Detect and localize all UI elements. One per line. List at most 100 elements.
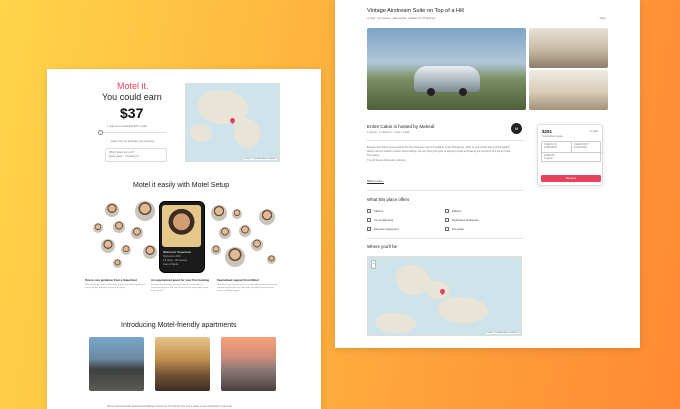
checkout-field[interactable]: CHECKOUT 10/11/2023 <box>572 142 602 153</box>
map-attribution[interactable]: Leaflet | © OpenStreetMap contributors <box>485 332 519 334</box>
booking-subtext: Total before taxes <box>542 135 563 138</box>
nights-slider-handle[interactable] <box>98 130 103 135</box>
place-type-value: Entire place · 2 bedrooms <box>109 155 139 158</box>
location-title: Where you'll be <box>367 244 398 249</box>
feature-title: Specialised support from Motel <box>217 278 259 282</box>
host-avatar <box>232 209 242 219</box>
host-avatar <box>211 205 227 221</box>
host-avatar <box>267 255 276 264</box>
guests-select[interactable]: GUESTS 1 guest <box>542 153 602 163</box>
show-more-link[interactable]: Show more › <box>367 179 384 183</box>
booking-card: $251 ★ New Total before taxes CHECK-IN 1… <box>537 124 603 186</box>
host-avatar <box>101 239 115 253</box>
host-avatar <box>225 247 245 267</box>
dumbbell-icon <box>367 227 371 231</box>
amenity-item: Kitchen <box>367 209 383 213</box>
host-avatar <box>121 245 131 255</box>
host-avatar <box>131 227 143 239</box>
amenity-item: Air conditioning <box>367 218 393 222</box>
host-landing-page: Motel it. You could earn $37 1 night at … <box>47 69 321 409</box>
description-paragraph: The 20 Series Airstream includes... <box>367 158 408 162</box>
feature-card: One-to-one guidance from a Superhost We'… <box>85 278 147 290</box>
earnings-map[interactable]: Leaflet | © OpenStreetMap contributors <box>185 83 280 162</box>
host-avatar <box>259 209 275 225</box>
listing-photo-main[interactable] <box>367 28 526 110</box>
divider <box>367 238 524 239</box>
booking-price: $251 <box>542 129 553 134</box>
map-landmass <box>234 118 260 148</box>
host-avatar <box>113 259 122 268</box>
feature-description: New Hosts get one-tap access to speciall… <box>217 284 278 293</box>
apartments-section-title: Introducing Motel-friendly apartments <box>121 322 237 329</box>
host-avatar <box>113 221 125 233</box>
host-avatar <box>105 203 119 217</box>
listing-photo-interior[interactable] <box>529 28 608 68</box>
host-avatar <box>239 225 251 237</box>
map-landmass <box>376 313 416 333</box>
save-button[interactable]: ♡ Save <box>597 17 606 20</box>
earn-note: 1 night at an estimated $37 a night <box>107 125 147 128</box>
apartment-photo[interactable] <box>89 337 144 391</box>
kitchen-icon <box>367 209 371 213</box>
map-landmass <box>396 265 430 295</box>
amenity-item: Washer <box>445 209 462 213</box>
listing-photo-interior[interactable] <box>529 70 608 110</box>
feature-title: One-to-one guidance from a Superhost <box>85 278 137 282</box>
host-avatar <box>143 245 157 259</box>
earn-amount: $37 <box>120 105 144 121</box>
listing-detail-page: Vintage Airstream Suite on Top of a Hill… <box>335 0 640 348</box>
estimate-link[interactable]: Learn how we estimate your earnings <box>111 140 154 143</box>
offers-title: What this place offers <box>367 197 410 202</box>
apartments-description: We've partnered with apartment buildings… <box>107 405 233 408</box>
listing-description: Escape and Travel gives itself at the fi… <box>367 146 517 163</box>
map-attribution[interactable]: Leaflet | © OpenStreetMap contributors <box>243 158 277 160</box>
washer-icon <box>445 209 449 213</box>
booking-date-grid: CHECK-IN 10/06/2023 CHECKOUT 10/11/2023 … <box>541 141 602 163</box>
map-zoom-control[interactable]: + − <box>371 260 376 269</box>
feature-description: For your first booking, you can choose t… <box>151 284 209 293</box>
feature-card: Specialised support from Motel New Hosts… <box>217 278 279 293</box>
trailer-wheel <box>459 88 467 96</box>
host-title: Entire Cabin is hosted by Mahedi <box>367 124 435 129</box>
host-avatar <box>211 245 221 255</box>
feature-description: We'll match you with a Superhost in your… <box>85 284 146 290</box>
phone-card-line: Hosts since 2019 <box>163 256 181 258</box>
amenity-item: Exercise equipment <box>367 227 399 231</box>
phone-card-line: 4.9 rating · 120 reviews <box>163 260 187 262</box>
workspace-icon <box>445 218 449 222</box>
brand-text: Motel it. <box>117 81 149 91</box>
listing-meta[interactable]: ★ New · No reviews · Dasmariñas, Calabar… <box>367 17 435 20</box>
phone-card-line: Lives in Manila <box>163 264 179 266</box>
superhost-photo <box>162 205 201 247</box>
divider <box>367 140 524 141</box>
feature-title: An experienced guest for your first book… <box>151 278 210 282</box>
host-meta: 2 guests · 1 bedroom · 1 bed · 1 bath <box>367 131 410 134</box>
place-type-select[interactable]: Which place are you? Entire place · 2 be… <box>105 148 167 162</box>
trailer-wheel <box>427 88 435 96</box>
apartment-photo[interactable] <box>155 337 210 391</box>
earn-headline: You could earn <box>102 92 162 102</box>
feature-card: An experienced guest for your first book… <box>151 278 213 293</box>
checkin-field[interactable]: CHECK-IN 10/06/2023 <box>542 142 572 153</box>
description-paragraph: Escape and Travel gives itself at the fi… <box>367 146 511 154</box>
host-avatar <box>93 223 103 233</box>
map-landmass <box>426 281 450 299</box>
apartment-photo[interactable] <box>221 337 276 391</box>
location-map[interactable]: + − Leaflet | © OpenStreetMap contributor… <box>367 256 522 336</box>
host-avatar-collage: Welcome! Superhost Hosts since 2019 4.9 … <box>87 201 282 273</box>
water-drop-icon <box>445 227 449 231</box>
setup-section-title: Motel it easily with Motel Setup <box>133 182 230 189</box>
map-landmass <box>190 124 212 142</box>
host-avatar[interactable]: M <box>511 123 522 134</box>
nights-slider-track[interactable] <box>100 132 166 133</box>
listing-title: Vintage Airstream Suite on Top of a Hill <box>367 8 464 14</box>
phone-card-title: Welcome! Superhost <box>163 250 191 254</box>
host-avatar <box>251 239 263 251</box>
host-avatar <box>135 201 155 221</box>
airstream-trailer <box>414 66 480 92</box>
map-landmass <box>438 297 488 323</box>
amenity-item: Dedicated workspace <box>445 218 479 222</box>
snowflake-icon <box>367 218 371 222</box>
booking-rating: ★ New <box>589 130 598 133</box>
reserve-button[interactable]: Reserve <box>541 175 601 182</box>
